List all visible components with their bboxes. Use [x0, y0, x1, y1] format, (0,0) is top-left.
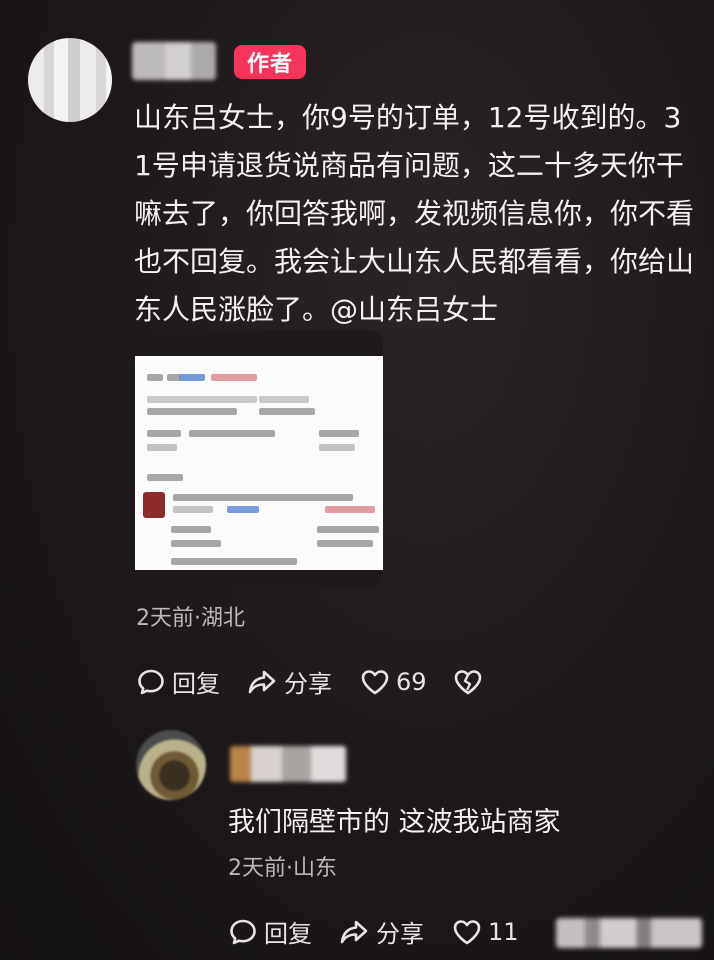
- share-arrow-icon: [338, 917, 370, 947]
- broken-heart-icon: [453, 668, 483, 696]
- comment-actions: 回复 分享 69: [136, 664, 483, 699]
- heart-icon: [452, 918, 482, 946]
- heart-icon: [360, 668, 390, 696]
- reply-like-count: 11: [488, 917, 519, 946]
- share-label: 分享: [284, 670, 332, 698]
- reply-text: 我们隔壁市的 这波我站商家: [228, 807, 561, 838]
- comment-meta: 2天前·湖北: [136, 606, 245, 631]
- share-button[interactable]: 分享: [246, 664, 332, 699]
- author-avatar[interactable]: [28, 38, 112, 122]
- order-screenshot: [135, 356, 383, 570]
- reply-share-label: 分享: [376, 920, 424, 948]
- reply-label: 回复: [172, 670, 220, 698]
- reply-reply-button[interactable]: 回复: [228, 914, 312, 949]
- comment-bubble-icon: [228, 917, 258, 947]
- like-count: 69: [396, 667, 427, 696]
- reply-avatar[interactable]: [136, 730, 206, 800]
- reply-share-button[interactable]: 分享: [338, 914, 424, 949]
- author-badge: 作者: [234, 45, 306, 79]
- reply-like-button[interactable]: 11: [452, 918, 519, 946]
- dislike-button[interactable]: [453, 668, 483, 696]
- reply-meta: 2天前·山东: [228, 856, 337, 881]
- like-button[interactable]: 69: [360, 668, 427, 696]
- share-arrow-icon: [246, 667, 278, 697]
- reply-actions: 回复 分享 11: [228, 914, 519, 949]
- reply-author-name-blurred[interactable]: [230, 746, 346, 782]
- author-name-blurred[interactable]: [132, 42, 216, 80]
- comment-image[interactable]: [135, 330, 383, 590]
- comment-bubble-icon: [136, 667, 166, 697]
- comment-text: 山东吕女士，你9号的订单，12号收到的。31号申请退货说商品有问题，这二十多天你…: [134, 101, 695, 326]
- reply-reply-label: 回复: [264, 920, 312, 948]
- watermark: [556, 918, 702, 948]
- reply-button[interactable]: 回复: [136, 664, 220, 699]
